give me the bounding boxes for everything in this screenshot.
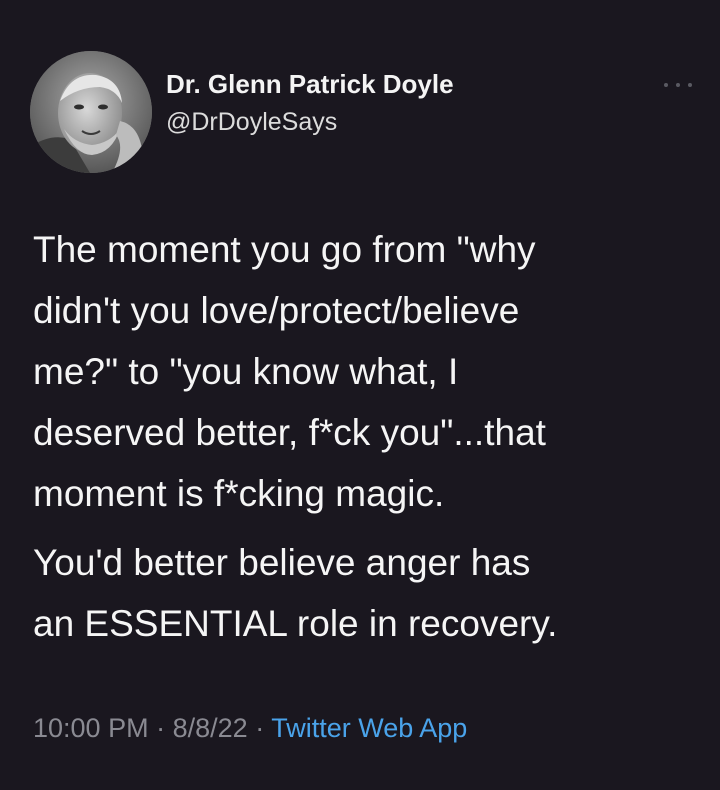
tweet-card: Dr. Glenn Patrick Doyle @DrDoyleSays The… bbox=[0, 0, 720, 790]
tweet-date[interactable]: 8/8/22 bbox=[173, 713, 248, 743]
tweet-time[interactable]: 10:00 PM bbox=[33, 713, 149, 743]
dot-icon bbox=[688, 83, 692, 87]
tweet-meta: 10:00 PM · 8/8/22 · Twitter Web App bbox=[33, 710, 467, 746]
author-block: Dr. Glenn Patrick Doyle @DrDoyleSays bbox=[166, 68, 454, 138]
avatar[interactable] bbox=[30, 51, 152, 173]
meta-separator: · bbox=[255, 713, 265, 743]
tweet-source-link[interactable]: Twitter Web App bbox=[271, 713, 467, 743]
profile-photo-icon bbox=[30, 51, 152, 173]
user-handle[interactable]: @DrDoyleSays bbox=[166, 106, 454, 138]
meta-separator: · bbox=[156, 713, 166, 743]
tweet-paragraph: The moment you go from "why didn't you l… bbox=[33, 229, 546, 514]
display-name[interactable]: Dr. Glenn Patrick Doyle bbox=[166, 68, 454, 100]
dot-icon bbox=[676, 83, 680, 87]
tweet-paragraph: You'd better believe anger has an ESSENT… bbox=[33, 542, 558, 644]
more-options-icon[interactable] bbox=[664, 78, 692, 92]
dot-icon bbox=[664, 83, 668, 87]
tweet-header: Dr. Glenn Patrick Doyle @DrDoyleSays bbox=[30, 51, 454, 173]
tweet-text: The moment you go from "why didn't you l… bbox=[33, 219, 693, 654]
